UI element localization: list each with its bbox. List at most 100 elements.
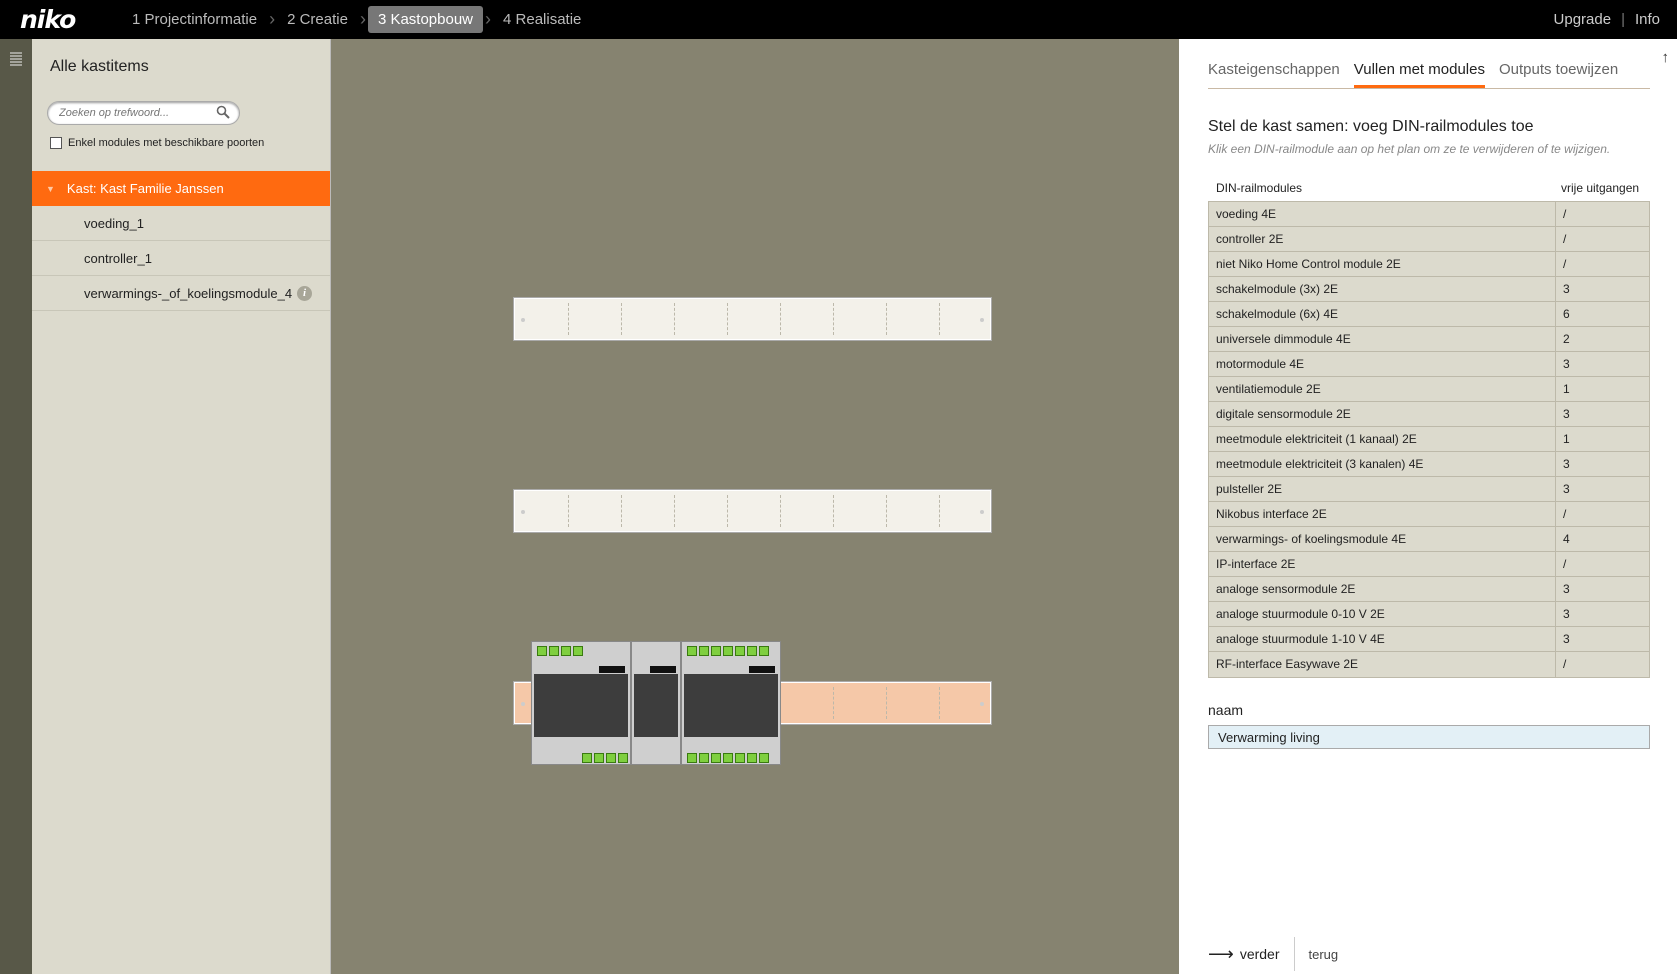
table-row[interactable]: ventilatiemodule 2E 1: [1209, 377, 1649, 402]
table-row[interactable]: schakelmodule (6x) 4E 6: [1209, 302, 1649, 327]
free-outputs-cell: /: [1563, 232, 1567, 246]
table-row[interactable]: meetmodule elektriciteit (3 kanalen) 4E 3: [1209, 452, 1649, 477]
table-row[interactable]: controller 2E /: [1209, 227, 1649, 252]
terminal-block: [537, 646, 583, 656]
module-label-strip: [749, 666, 775, 673]
filter-available-ports[interactable]: Enkel modules met beschikbare poorten: [50, 137, 264, 149]
rail-divider: [939, 303, 940, 335]
info-link[interactable]: Info: [1635, 11, 1660, 28]
step-3-kastopbouw[interactable]: 3 Kastopbouw: [367, 6, 484, 33]
table-row[interactable]: niet Niko Home Control module 2E /: [1209, 252, 1649, 277]
rail-screw-icon: [980, 318, 984, 322]
arrow-up-icon[interactable]: ↑: [1662, 49, 1670, 66]
tree-root-kast[interactable]: ▼ Kast: Kast Familie Janssen: [32, 171, 330, 206]
chevron-right-icon: ›: [359, 9, 366, 29]
tree-item-controller[interactable]: controller_1: [32, 241, 330, 276]
upgrade-link[interactable]: Upgrade: [1554, 11, 1612, 28]
table-row[interactable]: Nikobus interface 2E /: [1209, 502, 1649, 527]
din-rail-1[interactable]: [514, 298, 991, 340]
arrow-right-icon[interactable]: ⟶: [1208, 944, 1234, 965]
table-row[interactable]: pulsteller 2E 3: [1209, 477, 1649, 502]
tree-item-voeding[interactable]: voeding_1: [32, 206, 330, 241]
collapse-caret-icon[interactable]: ▼: [46, 184, 55, 194]
filter-label: Enkel modules met beschikbare poorten: [68, 137, 265, 149]
table-row[interactable]: IP-interface 2E /: [1209, 552, 1649, 577]
tab-outputs-toewijzen[interactable]: Outputs toewijzen: [1499, 61, 1618, 88]
table-row[interactable]: meetmodule elektriciteit (1 kanaal) 2E 1: [1209, 427, 1649, 452]
table-row[interactable]: motormodule 4E 3: [1209, 352, 1649, 377]
free-outputs-cell: 1: [1563, 432, 1570, 446]
terminal-block: [687, 646, 769, 656]
module-label-strip: [650, 666, 676, 673]
search-icon[interactable]: [216, 105, 230, 119]
module-name-cell: analoge stuurmodule 0-10 V 2E: [1209, 602, 1556, 626]
table-row[interactable]: analoge sensormodule 2E 3: [1209, 577, 1649, 602]
module-name-cell: controller 2E: [1209, 227, 1556, 251]
filter-checkbox[interactable]: [50, 137, 62, 149]
free-outputs-cell: 2: [1563, 332, 1570, 346]
free-outputs-cell: 3: [1563, 582, 1570, 596]
table-row[interactable]: analoge stuurmodule 0-10 V 2E 3: [1209, 602, 1649, 627]
table-row[interactable]: analoge stuurmodule 1-10 V 4E 3: [1209, 627, 1649, 652]
free-outputs-cell: 1: [1563, 382, 1570, 396]
module-front-panel: [534, 674, 628, 737]
niko-logo: niko: [20, 5, 76, 34]
rail-divider: [780, 495, 781, 527]
column-header-module: DIN-railmodules: [1216, 181, 1303, 195]
free-outputs-cell: 3: [1563, 357, 1570, 371]
rail-screw-icon: [980, 702, 984, 706]
module-label-strip: [599, 666, 625, 673]
module-name-cell: analoge sensormodule 2E: [1209, 577, 1556, 601]
back-button[interactable]: terug: [1309, 947, 1339, 962]
module-name-cell: universele dimmodule 4E: [1209, 327, 1556, 351]
free-outputs-cell: 3: [1563, 632, 1570, 646]
column-header-outputs: vrije uitgangen: [1561, 181, 1640, 195]
sidebar-title: Alle kastitems: [50, 58, 149, 75]
info-icon[interactable]: i: [297, 286, 312, 301]
module-voeding[interactable]: [531, 641, 631, 765]
kastitems-tree: ▼ Kast: Kast Familie Janssen voeding_1 c…: [32, 171, 330, 311]
naam-label: naam: [1208, 702, 1244, 718]
menu-icon[interactable]: [8, 51, 24, 67]
rail-divider: [939, 687, 940, 719]
module-name-cell: schakelmodule (6x) 4E: [1209, 302, 1556, 326]
module-name-cell: digitale sensormodule 2E: [1209, 402, 1556, 426]
module-name-cell: niet Niko Home Control module 2E: [1209, 252, 1556, 276]
free-outputs-cell: 3: [1563, 407, 1570, 421]
module-name-cell: IP-interface 2E: [1209, 552, 1556, 576]
free-outputs-cell: 3: [1563, 282, 1570, 296]
module-controller[interactable]: [631, 641, 681, 765]
module-name-cell: schakelmodule (3x) 2E: [1209, 277, 1556, 301]
module-name-cell: pulsteller 2E: [1209, 477, 1556, 501]
footer-divider: [1293, 937, 1295, 971]
rail-divider: [833, 303, 834, 335]
step-4-realisatie[interactable]: 4 Realisatie: [493, 6, 591, 33]
din-rail-2[interactable]: [514, 490, 991, 532]
step-2-creatie[interactable]: 2 Creatie: [277, 6, 358, 33]
free-outputs-cell: 3: [1563, 457, 1570, 471]
rail-screw-icon: [521, 510, 525, 514]
search-input[interactable]: [48, 102, 208, 124]
table-row[interactable]: schakelmodule (3x) 2E 3: [1209, 277, 1649, 302]
rail-divider: [886, 687, 887, 719]
table-row[interactable]: verwarmings- of koelingsmodule 4E 4: [1209, 527, 1649, 552]
table-row[interactable]: universele dimmodule 4E 2: [1209, 327, 1649, 352]
module-verwarmingsmodule[interactable]: [681, 641, 781, 765]
chevron-right-icon: ›: [269, 9, 276, 29]
rail-divider: [568, 495, 569, 527]
tree-item-label: voeding_1: [84, 215, 144, 231]
table-row[interactable]: voeding 4E /: [1209, 202, 1649, 227]
tree-item-verwarmingsmodule[interactable]: verwarmings-_of_koelingsmodule_4 i: [32, 276, 330, 311]
table-row[interactable]: digitale sensormodule 2E 3: [1209, 402, 1649, 427]
tab-kasteigenschappen[interactable]: Kasteigenschappen: [1208, 61, 1340, 88]
tab-vullen-met-modules[interactable]: Vullen met modules: [1353, 61, 1485, 88]
step-1-projectinformatie[interactable]: 1 Projectinformatie: [122, 6, 267, 33]
module-front-panel: [634, 674, 678, 737]
rail-divider: [833, 687, 834, 719]
rail-divider: [939, 495, 940, 527]
module-name-cell: ventilatiemodule 2E: [1209, 377, 1556, 401]
search-box: [47, 101, 240, 125]
table-row[interactable]: RF-interface Easywave 2E /: [1209, 652, 1649, 677]
naam-input[interactable]: [1208, 725, 1650, 749]
next-button[interactable]: verder: [1240, 946, 1280, 962]
